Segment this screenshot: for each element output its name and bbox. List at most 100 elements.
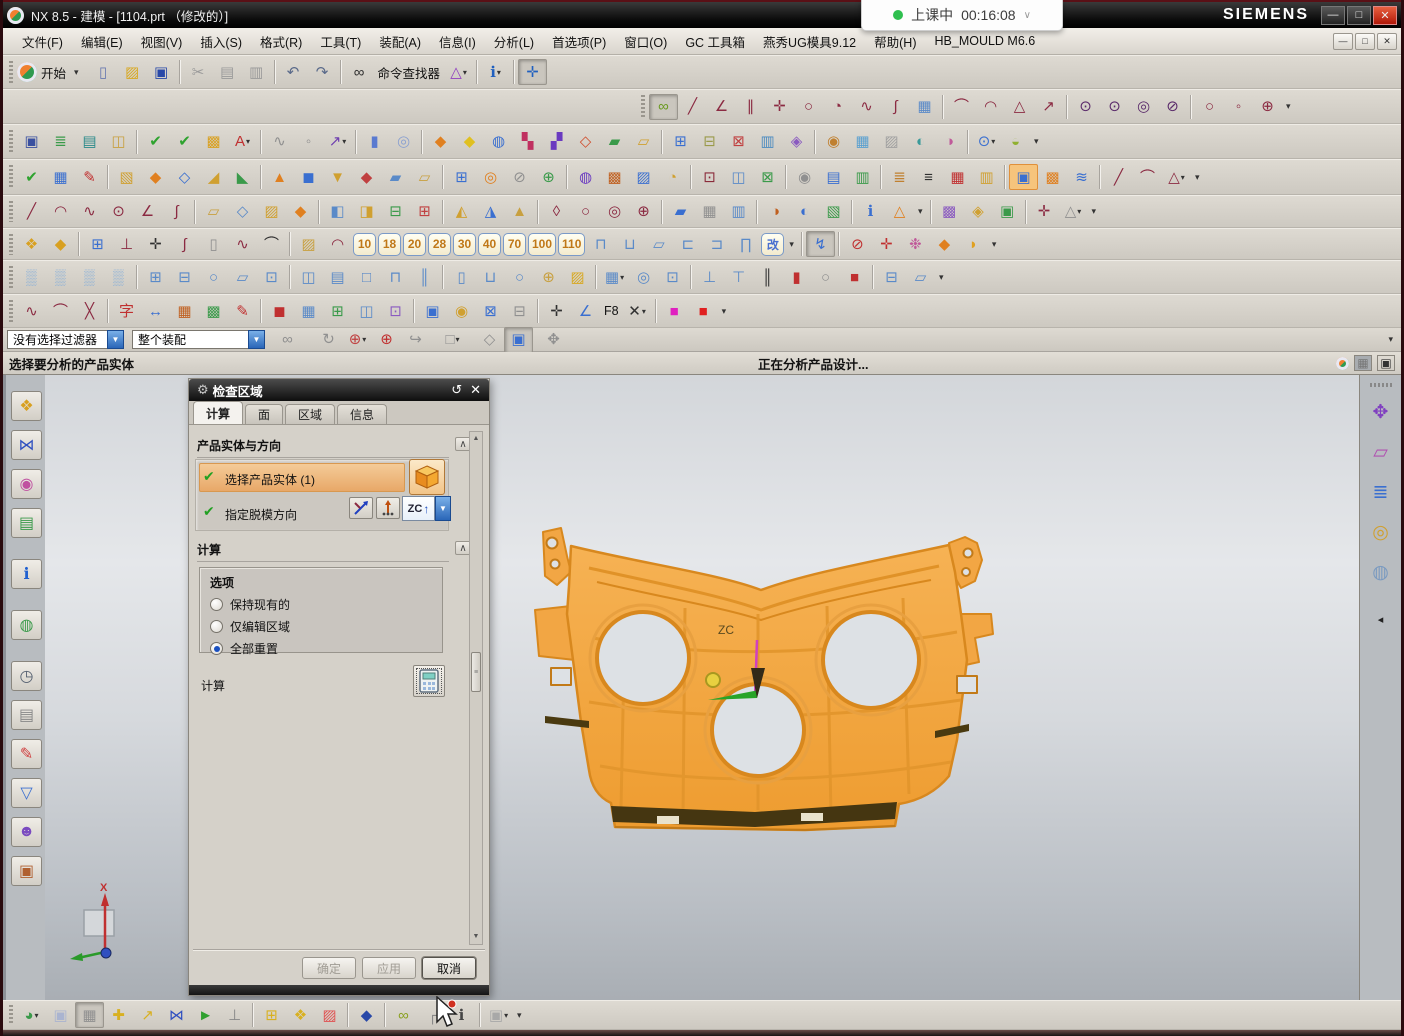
toolbar-icon[interactable]: ○: [571, 199, 600, 225]
toolbar-icon[interactable]: ⊞: [141, 264, 170, 290]
toolbar-icon[interactable]: ▱: [906, 264, 935, 290]
toolbar-icon[interactable]: ▲: [265, 164, 294, 190]
toolbar-icon[interactable]: ▣: [993, 199, 1022, 225]
toolbar-icon[interactable]: ▩: [199, 129, 228, 155]
toolbar-icon[interactable]: ▰: [600, 129, 629, 155]
solid-cube-icon[interactable]: ◆: [930, 231, 959, 257]
radio-icon[interactable]: [210, 642, 223, 655]
toolbar-icon[interactable]: ❖: [286, 1002, 315, 1028]
menu-item[interactable]: 格式(R): [251, 29, 311, 54]
dialog-scrollbar[interactable]: ▲ ≡ ▼: [469, 431, 483, 945]
toolbar-icon[interactable]: △▾: [1162, 164, 1191, 190]
toolbar-icon[interactable]: ⊡: [381, 298, 410, 324]
radio-option[interactable]: 保持现有的: [210, 596, 442, 613]
magenta-swatch[interactable]: ■: [660, 298, 689, 324]
selection-filter-icon[interactable]: ▽: [11, 778, 42, 808]
toolbar-icon[interactable]: ◎: [629, 264, 658, 290]
toolbar-icon[interactable]: ◠: [46, 199, 75, 225]
command-finder-icon[interactable]: ∞: [345, 59, 374, 85]
toolbar-icon[interactable]: ▰: [381, 164, 410, 190]
redo-icon[interactable]: ↷: [308, 59, 337, 85]
doc-restore-button[interactable]: □: [1355, 33, 1375, 50]
toolbar-icon[interactable]: ⊞: [323, 298, 352, 324]
assembly-navigator-icon[interactable]: ❖: [11, 391, 42, 421]
toolbar-icon[interactable]: ⌒: [46, 298, 75, 324]
preset-10-button[interactable]: 10: [353, 233, 376, 256]
hole-icon[interactable]: ⊞: [447, 164, 476, 190]
toolbar-icon[interactable]: ✛: [141, 231, 170, 257]
toolbar-icon[interactable]: ⊔: [476, 264, 505, 290]
drafting-icon[interactable]: ▱: [1365, 437, 1396, 467]
link-icon[interactable]: ∞: [273, 327, 302, 353]
close-button[interactable]: ✕: [1373, 6, 1397, 25]
sketch-sections-icon[interactable]: ≣: [1365, 477, 1396, 507]
toolbar-icon[interactable]: ✛: [1030, 199, 1059, 225]
start-menu-button[interactable]: 开始▾: [17, 62, 83, 82]
toolbar-icon[interactable]: ▲: [505, 199, 534, 225]
add-component-icon[interactable]: ✚: [104, 1002, 133, 1028]
model-dashboard-panel[interactable]: ZC: [505, 510, 1025, 865]
toolbar-overflow-icon[interactable]: ▾: [992, 239, 997, 250]
trim-icon[interactable]: △: [1005, 94, 1034, 120]
graphics-window[interactable]: ZC X ⚙ 检查区域: [45, 375, 1359, 1000]
cut-icon[interactable]: ✂: [184, 59, 213, 85]
arc-3pt-icon[interactable]: ◔: [823, 94, 852, 120]
folder-icon[interactable]: ▨: [563, 264, 592, 290]
arc-icon[interactable]: ∠: [707, 94, 736, 120]
toolbar-icon[interactable]: ▮: [782, 264, 811, 290]
toolbar-icon[interactable]: ▣: [46, 1002, 75, 1028]
toolbar-icon[interactable]: ◧: [323, 199, 352, 225]
toolbar-icon[interactable]: ⊕: [534, 164, 563, 190]
menu-item[interactable]: 分析(L): [485, 29, 543, 54]
toolbar-icon[interactable]: ◆: [455, 129, 484, 155]
toolbar-icon[interactable]: ╱: [1104, 164, 1133, 190]
toolbar-icon[interactable]: ≋: [1067, 164, 1096, 190]
extend-icon[interactable]: ↗: [1034, 94, 1063, 120]
toolbar-icon[interactable]: ◭: [447, 199, 476, 225]
toolbar-icon[interactable]: ▦: [75, 1002, 104, 1028]
toolbar-icon[interactable]: ↯: [806, 231, 835, 257]
toolbar-icon[interactable]: ◇: [571, 129, 600, 155]
reuse-library-icon[interactable]: ▤: [11, 508, 42, 538]
toolbar-icon[interactable]: ◢: [199, 164, 228, 190]
toolbar-icon[interactable]: ◆: [426, 129, 455, 155]
tube-icon[interactable]: ◍: [1365, 557, 1396, 587]
dialog-options-gear-icon[interactable]: ⚙: [197, 382, 209, 398]
toolbar-icon[interactable]: ℹ: [856, 199, 885, 225]
toolbar-icon[interactable]: ◍: [571, 164, 600, 190]
ok-button[interactable]: 确定: [302, 957, 356, 979]
move-component-icon[interactable]: ✥: [1365, 397, 1396, 427]
chain-icon[interactable]: ∞: [389, 1002, 418, 1028]
menu-item[interactable]: 窗口(O): [615, 29, 676, 54]
toolbar-icon[interactable]: ◮: [476, 199, 505, 225]
tab-信息[interactable]: 信息: [337, 404, 387, 424]
text-tool-icon[interactable]: 字: [112, 298, 141, 324]
menu-item[interactable]: 编辑(E): [72, 29, 132, 54]
datum-csys-icon[interactable]: ✛: [518, 59, 547, 85]
toolbar-icon[interactable]: ↪: [401, 327, 430, 353]
annotation-icon[interactable]: A▾: [228, 129, 257, 155]
toolbar-icon[interactable]: ▮: [360, 129, 389, 155]
toolbar-icon[interactable]: ▩: [935, 199, 964, 225]
toolbar-icon[interactable]: ◐: [790, 199, 819, 225]
radio-option[interactable]: 全部重置: [210, 640, 442, 657]
radio-icon[interactable]: [210, 598, 223, 611]
point-icon[interactable]: ✛: [765, 94, 794, 120]
apply-button[interactable]: 应用: [362, 957, 416, 979]
part-navigator-icon[interactable]: ◉: [11, 469, 42, 499]
menu-item[interactable]: HB_MOULD M6.6: [926, 31, 1045, 51]
toolbar-icon[interactable]: ◇: [475, 327, 504, 353]
toolbar-icon[interactable]: ◦: [294, 129, 323, 155]
toolbar-overflow-icon[interactable]: ▾: [939, 272, 944, 283]
sketch-point-icon[interactable]: ◦: [1224, 94, 1253, 120]
toolbar-icon[interactable]: ⊟: [505, 298, 534, 324]
toolbar-icon[interactable]: ∫: [162, 199, 191, 225]
tab-区域[interactable]: 区域: [285, 404, 335, 424]
toolbar-icon[interactable]: ⊞: [83, 231, 112, 257]
toolbar-icon[interactable]: ▥: [724, 199, 753, 225]
toolbar-icon[interactable]: ⊔: [615, 231, 644, 257]
toolbar-icon[interactable]: ∿: [17, 298, 46, 324]
toolbar-icon[interactable]: ◑: [761, 199, 790, 225]
save-icon[interactable]: ▣: [147, 59, 176, 85]
color-grid-icon[interactable]: ▦: [170, 298, 199, 324]
